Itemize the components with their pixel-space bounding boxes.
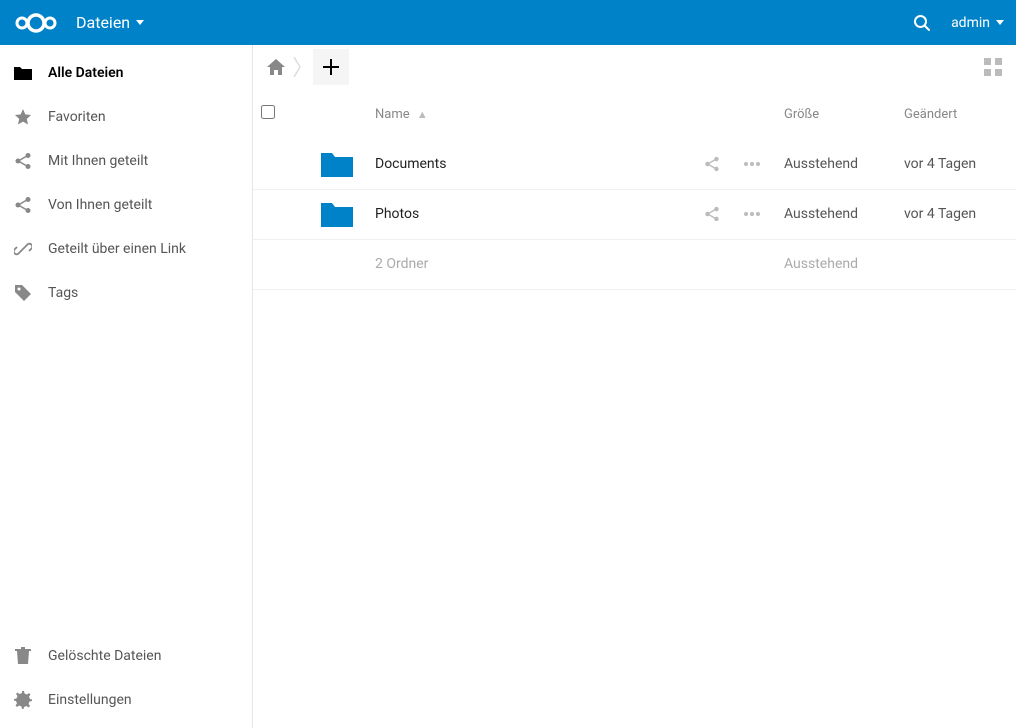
nav-settings[interactable]: Einstellungen xyxy=(0,678,252,722)
gear-icon xyxy=(12,691,34,709)
file-size: Ausstehend xyxy=(784,156,858,172)
more-icon xyxy=(744,162,760,166)
breadcrumb-home[interactable] xyxy=(267,59,285,75)
sort-asc-icon: ▲ xyxy=(417,108,428,121)
breadcrumb-separator-icon xyxy=(293,57,301,77)
caret-down-icon xyxy=(136,20,144,26)
nextcloud-logo-icon xyxy=(12,11,60,35)
user-menu-label: admin xyxy=(951,15,990,31)
nav-label: Einstellungen xyxy=(48,692,132,708)
home-icon xyxy=(267,59,285,75)
table-row[interactable]: Photos Ausstehend vor 4 Tagen xyxy=(253,189,1016,239)
new-button[interactable] xyxy=(313,49,349,85)
file-modified: vor 4 Tagen xyxy=(904,206,976,222)
nav-label: Mit Ihnen geteilt xyxy=(48,153,148,169)
nav-trash[interactable]: Gelöschte Dateien xyxy=(0,634,252,678)
trash-icon xyxy=(12,647,34,665)
app-menu[interactable]: Dateien xyxy=(76,13,144,32)
share-icon xyxy=(704,156,720,172)
grid-view-icon xyxy=(984,58,1002,76)
file-modified: vor 4 Tagen xyxy=(904,156,976,172)
main-content: Name ▲ Größe Geändert Documents xyxy=(253,45,1016,728)
file-name[interactable]: Photos xyxy=(375,206,419,222)
nav-shared-link[interactable]: Geteilt über einen Link xyxy=(0,227,252,271)
header-size[interactable]: Größe xyxy=(776,89,896,139)
header-name[interactable]: Name ▲ xyxy=(367,89,696,139)
folder-icon xyxy=(321,200,359,228)
nav-label: Geteilt über einen Link xyxy=(48,241,186,257)
caret-down-icon xyxy=(996,20,1004,26)
user-menu[interactable]: admin xyxy=(951,15,1004,31)
tag-icon xyxy=(12,284,34,302)
search-icon xyxy=(913,14,931,32)
view-toggle[interactable] xyxy=(984,58,1002,76)
nav-list: Alle Dateien Favoriten Mit Ihnen geteilt… xyxy=(0,45,252,634)
header-modified[interactable]: Geändert xyxy=(896,89,1016,139)
nav-favorites[interactable]: Favoriten xyxy=(0,95,252,139)
link-icon xyxy=(12,240,34,258)
star-icon xyxy=(12,108,34,126)
nav-bottom: Gelöschte Dateien Einstellungen xyxy=(0,634,252,728)
folder-icon xyxy=(321,150,359,178)
header-size-label: Größe xyxy=(784,107,819,122)
app-menu-label: Dateien xyxy=(76,13,130,32)
nav-label: Tags xyxy=(48,285,78,301)
logo[interactable] xyxy=(12,11,60,35)
nav-tags[interactable]: Tags xyxy=(0,271,252,315)
summary-size: Ausstehend xyxy=(784,256,858,272)
summary-count: 2 Ordner xyxy=(375,256,428,272)
share-icon xyxy=(704,206,720,222)
more-icon xyxy=(744,212,760,216)
nav-shared-with-you[interactable]: Mit Ihnen geteilt xyxy=(0,139,252,183)
share-action[interactable] xyxy=(704,156,728,172)
nav-all-files[interactable]: Alle Dateien xyxy=(0,51,252,95)
file-table: Name ▲ Größe Geändert Documents xyxy=(253,89,1016,290)
more-action[interactable] xyxy=(744,212,768,216)
table-row[interactable]: Documents Ausstehend vor 4 Tagen xyxy=(253,139,1016,189)
file-name[interactable]: Documents xyxy=(375,156,446,172)
header-select xyxy=(253,89,313,139)
sidebar: Alle Dateien Favoriten Mit Ihnen geteilt… xyxy=(0,45,253,728)
more-action[interactable] xyxy=(744,162,768,166)
nav-label: Von Ihnen geteilt xyxy=(48,197,152,213)
nav-label: Favoriten xyxy=(48,109,106,125)
nav-label: Gelöschte Dateien xyxy=(48,648,161,664)
table-header-row: Name ▲ Größe Geändert xyxy=(253,89,1016,139)
select-all-checkbox[interactable] xyxy=(261,105,275,119)
app-header: Dateien admin xyxy=(0,0,1016,45)
table-summary-row: 2 Ordner Ausstehend xyxy=(253,239,1016,289)
search-button[interactable] xyxy=(913,14,931,32)
controls-bar xyxy=(253,45,1016,89)
folder-solid-icon xyxy=(12,65,34,81)
nav-shared-by-you[interactable]: Von Ihnen geteilt xyxy=(0,183,252,227)
plus-icon xyxy=(323,59,339,75)
share-icon xyxy=(12,196,34,214)
file-size: Ausstehend xyxy=(784,206,858,222)
header-modified-label: Geändert xyxy=(904,107,957,122)
share-action[interactable] xyxy=(704,206,728,222)
header-name-label: Name xyxy=(375,107,410,122)
breadcrumb xyxy=(267,49,349,85)
nav-label: Alle Dateien xyxy=(48,65,124,81)
share-icon xyxy=(12,152,34,170)
